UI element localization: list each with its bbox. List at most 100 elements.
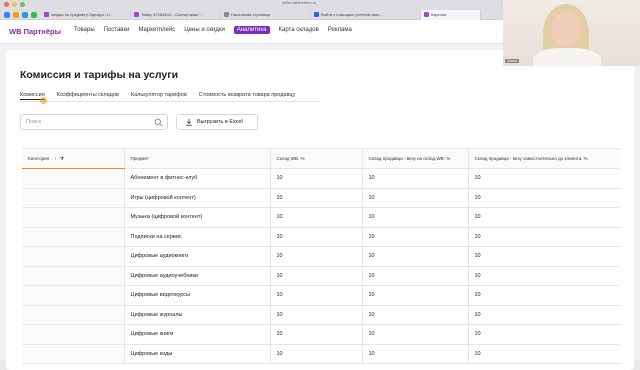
cell-subject: Подписки на сервис xyxy=(123,227,270,247)
export-excel-button[interactable]: Выгрузить в Excel xyxy=(176,114,258,130)
cell-seller-to-client: 10 xyxy=(467,168,620,189)
content-card: Комиссия и тарифы на услуги Комиссия Коэ… xyxy=(6,50,634,370)
table-row[interactable]: Абонемент в фитнес-клуб 10 10 10 xyxy=(22,168,620,189)
cell-seller-to-wb: 10 xyxy=(361,266,468,286)
search-icon[interactable] xyxy=(154,118,163,127)
sort-arrow-icon[interactable]: ↑ xyxy=(54,156,56,161)
cell-wb-warehouse: 10 xyxy=(269,188,362,208)
cell-category xyxy=(22,285,124,306)
cell-seller-to-wb: 10 xyxy=(361,207,468,228)
cell-subject: Абонемент в фитнес-клуб xyxy=(123,168,270,189)
cell-seller-to-client: 10 xyxy=(467,305,620,325)
close-window-icon[interactable] xyxy=(4,2,9,7)
column-header-subject[interactable]: Предмет xyxy=(123,148,270,169)
cell-subject: Цифровые коды xyxy=(123,344,270,364)
commission-table: Категория ↑ ⧩ Предмет Склад WB, % Склад … xyxy=(22,148,620,364)
cell-subject: Цифровые аудиоучебники xyxy=(123,266,270,286)
tab-favicon-icon xyxy=(134,12,139,17)
cell-seller-to-client: 10 xyxy=(467,324,620,345)
nav-item-prices[interactable]: Цены и скидки xyxy=(184,27,225,34)
main-menu: Товары Поставки Маркетплейс Цены и скидк… xyxy=(74,26,352,34)
tab-favicon-icon xyxy=(44,12,49,17)
filter-icon[interactable]: ⧩ xyxy=(60,156,64,161)
table-row[interactable]: Цифровые книги 10 10 10 xyxy=(22,324,620,345)
browser-tab[interactable]: Войти с помощью учетной запи... xyxy=(311,9,421,20)
table-row[interactable]: Игры (цифровой контент) 10 10 10 xyxy=(22,188,620,208)
column-header-seller-to-wb[interactable]: Склад продавца - везу на склад WB, % xyxy=(361,148,468,169)
page-title: Комиссия и тарифы на услуги xyxy=(20,69,179,81)
subtabs-divider xyxy=(20,101,320,102)
cell-seller-to-client: 10 xyxy=(467,188,620,208)
nav-item-supplies[interactable]: Поставки xyxy=(104,27,130,34)
table-row[interactable]: Музыка (цифровой контент) 10 10 10 xyxy=(22,207,620,228)
table-row[interactable]: Цифровые аудиоучебники 10 10 10 xyxy=(22,266,620,286)
cell-wb-warehouse: 10 xyxy=(269,168,362,189)
cell-wb-warehouse: 10 xyxy=(269,246,362,267)
tab-tariff-calculator[interactable]: Калькулятор тарифов xyxy=(131,92,187,100)
cell-seller-to-client: 10 xyxy=(467,246,620,267)
cell-seller-to-client: 10 xyxy=(467,266,620,286)
mouse-cursor xyxy=(40,97,47,104)
telegram-icon[interactable] xyxy=(22,11,28,18)
pinned-tab-icon[interactable] xyxy=(13,11,19,18)
address-bar[interactable]: seller.wildberries.ru xyxy=(282,0,316,5)
subtabs: Комиссия Коэффициенты складов Калькулято… xyxy=(20,92,295,100)
nav-item-warehouse-map[interactable]: Карта складов xyxy=(279,27,319,34)
browser-tab[interactable]: Товар 47284304 – Сектор маке... xyxy=(131,9,221,20)
cell-wb-warehouse: 10 xyxy=(269,344,362,364)
brand-logo[interactable]: WB Партнёры xyxy=(9,27,61,36)
cell-seller-to-wb: 10 xyxy=(361,246,468,267)
cell-seller-to-wb: 10 xyxy=(361,324,468,345)
browser-tab[interactable]: Начальная страница xyxy=(221,9,311,20)
cell-seller-to-client: 10 xyxy=(467,207,620,228)
sheets-icon[interactable] xyxy=(31,11,37,18)
nav-item-analytics[interactable]: Аналитика xyxy=(233,26,270,34)
cell-category xyxy=(22,344,124,364)
cell-category xyxy=(22,305,124,325)
table-row[interactable]: Цифровые журналы 10 10 10 xyxy=(22,305,620,325)
search-input[interactable]: Поиск xyxy=(20,114,168,130)
column-header-wb-warehouse[interactable]: Склад WB, % xyxy=(269,148,362,169)
tab-favicon-icon xyxy=(424,12,429,17)
cell-seller-to-wb: 10 xyxy=(361,168,468,189)
cell-seller-to-client: 10 xyxy=(467,285,620,306)
presenter-body xyxy=(533,48,601,66)
column-header-category[interactable]: Категория ↑ ⧩ xyxy=(22,148,124,169)
cell-subject: Цифровые аудиокниги xyxy=(123,246,270,267)
download-icon xyxy=(186,118,192,126)
cell-category xyxy=(22,227,124,247)
browser-tab[interactable]: сводка по предмету Одежда / С... xyxy=(41,9,131,20)
table-row[interactable]: Цифровые видеокурсы 10 10 10 xyxy=(22,285,620,306)
cell-category xyxy=(22,266,124,286)
tab-favicon-icon xyxy=(224,12,229,17)
cell-category xyxy=(22,168,124,189)
cell-seller-to-wb: 10 xyxy=(361,285,468,306)
cell-subject: Игры (цифровой контент) xyxy=(123,188,270,208)
cell-category xyxy=(22,207,124,228)
cell-subject: Цифровые журналы xyxy=(123,305,270,325)
table-row[interactable]: Цифровые аудиокниги 10 10 10 xyxy=(22,246,620,267)
nav-item-ads[interactable]: Реклама xyxy=(328,27,352,34)
tab-warehouse-coefficients[interactable]: Коэффициенты складов xyxy=(57,92,119,100)
maximize-window-icon[interactable] xyxy=(20,2,25,7)
export-label: Выгрузить в Excel xyxy=(197,119,243,125)
cell-seller-to-wb: 10 xyxy=(361,305,468,325)
tab-return-cost[interactable]: Стоимость возврата товара продавцу xyxy=(199,92,296,100)
nav-item-marketplace[interactable]: Маркетплейс xyxy=(138,27,175,34)
cell-category xyxy=(22,246,124,267)
minimize-window-icon[interactable] xyxy=(12,2,17,7)
cell-category xyxy=(22,324,124,345)
nav-item-products[interactable]: Товары xyxy=(74,27,95,34)
cell-subject: Цифровые видеокурсы xyxy=(123,285,270,306)
table-row[interactable]: Цифровые коды 10 10 10 xyxy=(22,344,620,364)
table-row[interactable]: Подписки на сервис 10 10 10 xyxy=(22,227,620,247)
cell-wb-warehouse: 10 xyxy=(269,305,362,325)
presenter-face xyxy=(551,11,581,47)
cell-seller-to-client: 10 xyxy=(467,227,620,247)
browser-tab-active[interactable]: Картина xyxy=(421,9,481,20)
presenter-name: Алиса xyxy=(505,59,520,63)
cell-seller-to-client: 10 xyxy=(467,344,620,364)
column-header-seller-to-client[interactable]: Склад продавца - везу самостоятельно до … xyxy=(467,148,620,169)
pinned-tab-icon[interactable] xyxy=(4,11,10,18)
search-placeholder: Поиск xyxy=(26,119,42,125)
